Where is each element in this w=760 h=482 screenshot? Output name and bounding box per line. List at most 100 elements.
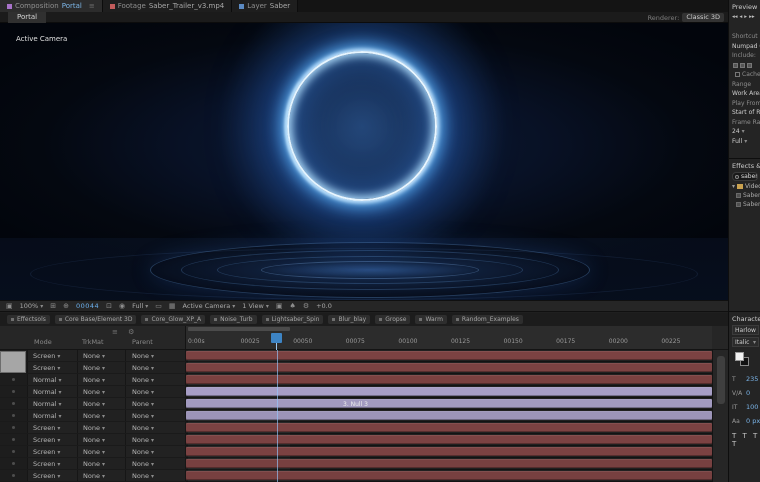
panel-menu-icon[interactable]: ≡ [89,2,95,10]
layer-row[interactable]: Screen None None [0,458,186,470]
parent-dropdown[interactable]: None [132,400,157,408]
zoom-dropdown[interactable]: 100% [20,302,44,310]
target-icon[interactable]: ⊕ [63,301,69,311]
fx-button-lightsaber-spin[interactable]: Lightsaber_Spin [261,315,324,324]
font-family-dropdown[interactable]: Harlow Solid [732,325,759,335]
timeline-settings-icon[interactable]: ⚙ [303,301,309,311]
column-header-trkmat[interactable]: TrkMat [82,338,104,346]
layer-bar[interactable] [186,387,712,396]
kerning-value[interactable]: 0 [746,389,750,397]
trkmat-dropdown[interactable]: None [83,376,108,384]
current-time-indicator-head[interactable] [271,333,282,343]
scrollbar-thumb[interactable] [717,356,725,404]
trkmat-dropdown[interactable]: None [83,388,108,396]
layer-switches[interactable] [0,470,28,481]
composition-viewport[interactable]: Active Camera [0,23,728,300]
mode-dropdown[interactable]: Normal [33,412,65,420]
play-from-dropdown[interactable]: Start of Range [729,108,760,118]
current-time-field[interactable]: 00044 [76,302,99,310]
layer-bar[interactable] [186,375,712,384]
mode-dropdown[interactable]: Screen [33,352,63,360]
baseline-shift-value[interactable]: 0 px [746,417,760,425]
preset-group-video-copilot[interactable]: ▾ Video Copilot [729,181,760,190]
layer-switches[interactable] [0,434,28,445]
mode-dropdown[interactable]: Screen [33,460,63,468]
checkbox-icon[interactable] [735,72,740,77]
exposure-value[interactable]: +0.0 [316,302,332,310]
mode-dropdown[interactable]: Screen [33,424,63,432]
include-overlays-icon[interactable] [747,62,752,68]
time-ruler[interactable]: 0:00s 00025 00050 00075 00100 00125 0015… [186,326,712,350]
layer-switches[interactable] [0,446,28,457]
tab-composition-portal[interactable]: Composition Portal ≡ [0,0,103,12]
layer-switches[interactable] [0,398,28,409]
font-style-dropdown[interactable]: Italic [732,337,759,347]
layer-row[interactable]: Screen None None [0,446,186,458]
layer-row[interactable]: Screen None None [0,470,186,482]
resolution-dropdown[interactable]: Full [132,302,148,310]
trkmat-dropdown[interactable]: None [83,412,108,420]
preset-entry[interactable]: Saber [729,199,760,208]
first-frame-icon[interactable]: ◂◂ [732,14,738,20]
parent-dropdown[interactable]: None [132,448,157,456]
layer-bar[interactable] [186,351,712,360]
show-snapshot-icon[interactable]: ⊡ [106,301,112,311]
shortcut-dropdown[interactable]: Numpad 0 [729,42,760,52]
parent-dropdown[interactable]: None [132,376,157,384]
view-layout-dropdown[interactable]: 1 View [242,302,269,310]
resolution-dropdown-preview[interactable]: Full [729,137,760,147]
fx-button-core-glow[interactable]: Core_Glow_XP_A [141,315,206,324]
layer-switches[interactable] [0,386,28,397]
current-time-indicator-line[interactable] [277,350,278,482]
layer-switches[interactable] [0,410,28,421]
trkmat-dropdown[interactable]: None [83,352,108,360]
layer-bar[interactable] [186,471,712,480]
mode-dropdown[interactable]: Screen [33,436,63,444]
character-panel-title[interactable]: Character [729,312,760,323]
layer-row[interactable]: Screen None None [0,350,186,362]
work-area-bar[interactable] [188,327,290,331]
layer-bar[interactable] [186,363,712,372]
fast-previews-icon[interactable]: ♠ [290,301,296,311]
timeline-tracks[interactable]: 3. Null 3 [186,350,712,482]
fx-button-random-examples[interactable]: Random_Examples [451,315,523,324]
layer-switches[interactable] [0,422,28,433]
chevron-down-icon[interactable]: ▾ [732,183,735,190]
mode-dropdown[interactable]: Normal [33,400,65,408]
trkmat-dropdown[interactable]: None [83,472,108,480]
trkmat-dropdown[interactable]: None [83,460,108,468]
grid-guides-icon[interactable]: ⊞ [50,301,56,311]
fx-button-blur[interactable]: Blur_blay [328,315,371,324]
cache-before-playback[interactable]: Cache Before Playback [729,70,760,80]
fx-button-effectsols[interactable]: Effectsols [7,315,50,324]
fx-button-noise-turb[interactable]: Noise_Turb [210,315,257,324]
parent-dropdown[interactable]: None [132,436,157,444]
layer-bar[interactable] [186,411,712,420]
renderer-value-button[interactable]: Classic 3D [682,13,724,22]
snapshot-icon[interactable]: ▣ [6,301,13,311]
next-frame-icon[interactable]: ▸▸ [749,14,755,20]
layer-row[interactable]: Normal None None [0,386,186,398]
layer-row[interactable]: Screen None None [0,362,186,374]
timeline-vertical-scrollbar[interactable] [712,350,728,482]
parent-dropdown[interactable]: None [132,472,157,480]
mode-dropdown[interactable]: Screen [33,472,63,480]
fill-color-swatch[interactable] [735,352,744,361]
trkmat-dropdown[interactable]: None [83,364,108,372]
layer-bar[interactable] [186,399,712,408]
font-size-value[interactable]: 235 [746,375,758,383]
layer-bar[interactable] [186,447,712,456]
layer-row[interactable]: Screen None None [0,422,186,434]
layer-bar[interactable] [186,423,712,432]
parent-dropdown[interactable]: None [132,364,157,372]
parent-dropdown[interactable]: None [132,388,157,396]
viewer-tab-portal[interactable]: Portal [8,12,47,23]
region-of-interest-icon[interactable]: ▭ [155,301,162,311]
include-video-icon[interactable] [733,62,738,68]
parent-dropdown[interactable]: None [132,460,157,468]
fx-button-gropse[interactable]: Gropse [375,315,411,324]
effects-search-input[interactable] [741,173,757,180]
tab-footage-saber-trailer[interactable]: Footage Saber_Trailer_v3.mp4 [102,0,233,12]
effects-presets-title[interactable]: Effects & Presets [729,159,760,170]
play-icon[interactable]: ▸ [744,14,747,20]
